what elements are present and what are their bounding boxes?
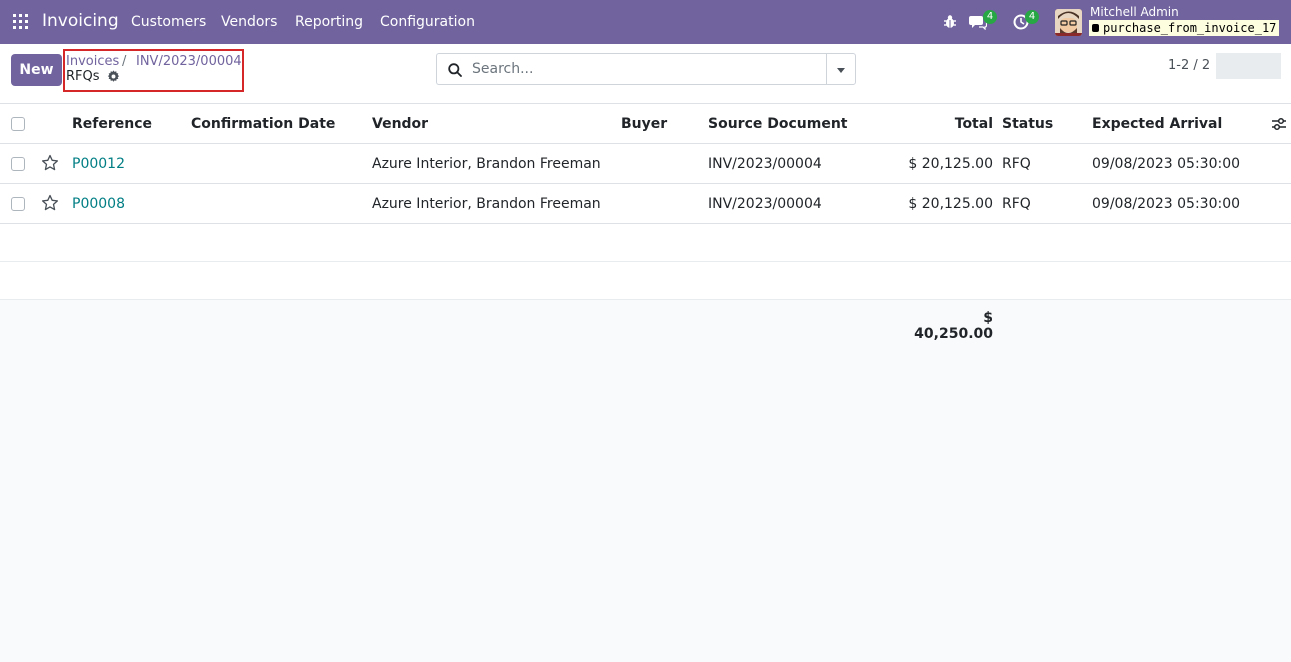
search-input[interactable] <box>472 55 812 83</box>
search-options-toggle[interactable] <box>826 53 856 85</box>
column-total[interactable]: Total <box>900 104 993 144</box>
breadcrumb-invoice-record[interactable]: INV/2023/00004 <box>136 54 242 70</box>
breadcrumb-invoices[interactable]: Invoices <box>66 54 119 70</box>
menu-vendors[interactable]: Vendors <box>221 13 277 31</box>
search-icon <box>448 63 462 77</box>
menu-configuration[interactable]: Configuration <box>380 13 475 31</box>
gear-icon[interactable] <box>107 70 120 83</box>
breadcrumb-separator: / <box>122 54 127 69</box>
pager-value[interactable]: 1-2 / 2 <box>1168 58 1210 74</box>
row-checkbox[interactable] <box>11 197 25 211</box>
column-buyer[interactable]: Buyer <box>621 104 667 144</box>
menu-reporting[interactable]: Reporting <box>295 13 363 31</box>
database-icon <box>1092 24 1099 32</box>
new-button[interactable]: New <box>11 54 62 86</box>
row-reference[interactable]: P00008 <box>72 184 125 224</box>
database-name: purchase_from_invoice_17 <box>1103 21 1277 35</box>
row-expected-arrival: 09/08/2023 05:30:00 <box>1092 156 1241 172</box>
row-vendor: Azure Interior, Brandon Freeman <box>372 196 601 212</box>
activities-count-badge: 4 <box>1025 10 1039 24</box>
table-header: Reference Confirmation Date Vendor Buyer… <box>0 104 1291 144</box>
column-source-document[interactable]: Source Document <box>708 104 848 144</box>
column-status[interactable]: Status <box>1002 104 1053 144</box>
pager-next-button[interactable] <box>1248 53 1281 79</box>
row-expected-arrival: 09/08/2023 05:30:00 <box>1092 196 1241 212</box>
messages-count-badge: 4 <box>983 10 997 24</box>
empty-row <box>0 224 1291 262</box>
row-total: $ 20,125.00 <box>908 156 993 172</box>
row-status: RFQ <box>1002 156 1031 172</box>
column-vendor[interactable]: Vendor <box>372 104 428 144</box>
user-name[interactable]: Mitchell Admin <box>1090 5 1179 19</box>
column-confirmation-date[interactable]: Confirmation Date <box>191 104 335 144</box>
debug-bug-icon[interactable] <box>943 14 957 29</box>
row-reference[interactable]: P00012 <box>72 144 125 184</box>
column-reference[interactable]: Reference <box>72 104 152 144</box>
top-navbar: Invoicing Customers Vendors Reporting Co… <box>0 0 1291 44</box>
menu-customers[interactable]: Customers <box>131 13 206 31</box>
row-vendor: Azure Interior, Brandon Freeman <box>372 156 601 172</box>
apps-menu-icon[interactable] <box>13 14 28 29</box>
row-source-document: INV/2023/00004 <box>708 156 822 172</box>
control-panel: New Invoices / INV/2023/00004 RFQs 1-2 /… <box>0 44 1291 104</box>
row-status: RFQ <box>1002 196 1031 212</box>
row-checkbox[interactable] <box>11 157 25 171</box>
chevron-down-icon <box>837 68 845 73</box>
empty-row <box>0 262 1291 300</box>
star-icon[interactable] <box>41 154 59 172</box>
row-total: $ 20,125.00 <box>908 196 993 212</box>
column-expected-arrival[interactable]: Expected Arrival <box>1092 104 1222 144</box>
pager-previous-button[interactable] <box>1216 53 1249 79</box>
select-all-checkbox[interactable] <box>11 117 25 131</box>
breadcrumb-current: RFQs <box>66 69 100 84</box>
database-tag: purchase_from_invoice_17 <box>1089 20 1280 36</box>
row-source-document: INV/2023/00004 <box>708 196 822 212</box>
search-box <box>436 53 827 85</box>
user-avatar[interactable] <box>1055 9 1082 36</box>
optional-columns-settings-icon[interactable] <box>1271 116 1287 132</box>
star-icon[interactable] <box>41 194 59 212</box>
grand-total: $ 40,250.00 <box>914 310 993 342</box>
app-brand[interactable]: Invoicing <box>42 11 119 31</box>
table-row[interactable]: P00012 Azure Interior, Brandon Freeman I… <box>0 144 1291 184</box>
table-row[interactable]: P00008 Azure Interior, Brandon Freeman I… <box>0 184 1291 224</box>
